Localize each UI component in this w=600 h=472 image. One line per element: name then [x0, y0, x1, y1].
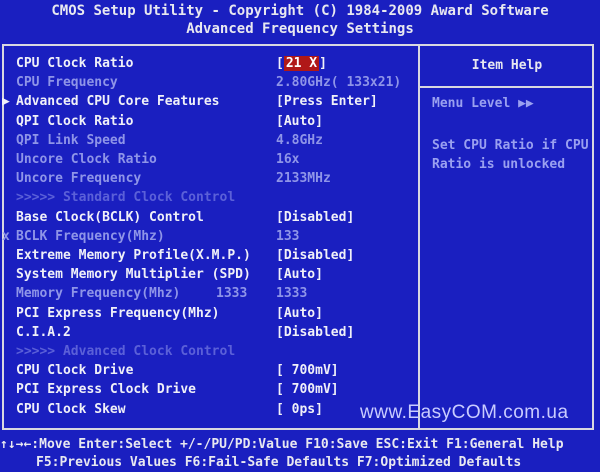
setting-row[interactable]: CPU Clock Skew [ 0ps] [0, 400, 418, 419]
setting-row[interactable]: CPU Clock Ratio [21 X] [0, 54, 418, 73]
setting-value[interactable]: [Disabled] [276, 246, 354, 265]
selected-value-highlight[interactable]: 21 X [283, 56, 320, 71]
setting-label: QPI Link Speed [16, 132, 126, 148]
key-help-bar: ↑↓→←:Move Enter:Select +/-/PU/PD:Value F… [0, 434, 600, 472]
setting-label: CPU Clock Drive [16, 363, 134, 379]
setting-row[interactable]: PCI Express Frequency(Mhz) [Auto] [0, 304, 418, 323]
setting-value[interactable]: [Disabled] [276, 208, 354, 227]
setting-label: >>>>> Standard Clock Control [16, 190, 236, 206]
setting-row: x BCLK Frequency(Mhz) 133 [0, 227, 418, 246]
setting-label: CPU Clock Skew [16, 401, 126, 417]
setting-value: 4.8GHz [276, 132, 323, 148]
item-help-text: Set CPU Ratio if CPU Ratio is unlocked [432, 138, 589, 172]
setting-value: 16x [276, 152, 300, 167]
watermark: www.EasyCOM.com.ua [360, 402, 569, 423]
setting-label: C.I.A.2 [16, 324, 71, 340]
setting-value: 2.80GHz( 133x21) [276, 75, 402, 91]
setting-label: BCLK Frequency(Mhz) [16, 228, 165, 244]
help-separator [420, 86, 594, 88]
setting-value[interactable]: [Auto] [276, 304, 323, 323]
key-help-line-2: F5:Previous Values F6:Fail-Safe Defaults… [36, 455, 522, 470]
setting-value: 2133MHz [276, 171, 331, 187]
submenu-arrow-icon: ▶ [2, 94, 10, 110]
setting-value: 133 [276, 228, 300, 244]
bios-title: CMOS Setup Utility - Copyright (C) 1984-… [51, 3, 549, 19]
setting-row[interactable]: System Memory Multiplier (SPD) [Auto] [0, 265, 418, 284]
setting-value[interactable]: [ 0ps] [276, 400, 323, 419]
setting-row: QPI Link Speed 4.8GHz [0, 131, 418, 150]
bios-header: CMOS Setup Utility - Copyright (C) 1984-… [0, 0, 600, 42]
menu-level: Menu Level ▶▶ [432, 96, 534, 111]
setting-label: System Memory Multiplier (SPD) [16, 267, 251, 283]
setting-label: Extreme Memory Profile(X.M.P.) [16, 248, 251, 263]
page-title: Advanced Frequency Settings [186, 21, 414, 37]
setting-row[interactable]: C.I.A.2 [Disabled] [0, 323, 418, 342]
setting-label: QPI Clock Ratio [16, 113, 134, 129]
setting-row[interactable]: QPI Clock Ratio [Auto] [0, 112, 418, 131]
setting-value[interactable]: [Press Enter] [276, 92, 378, 111]
setting-row: >>>>> Standard Clock Control [0, 188, 418, 207]
setting-value[interactable]: [ 700mV] [276, 380, 339, 399]
setting-label: CPU Clock Ratio [16, 56, 134, 71]
setting-row[interactable]: ▶ Advanced CPU Core Features [Press Enter] [0, 92, 418, 111]
setting-row[interactable]: Extreme Memory Profile(X.M.P.) [Disabled] [0, 246, 418, 265]
setting-spd-value: 1333 [216, 286, 248, 302]
setting-label: >>>>> Advanced Clock Control [16, 344, 236, 359]
setting-row: CPU Frequency 2.80GHz( 133x21) [0, 73, 418, 92]
setting-value[interactable]: [Auto] [276, 112, 323, 131]
setting-label: Uncore Frequency [16, 171, 142, 187]
panel-divider [418, 44, 420, 430]
setting-value[interactable]: [Disabled] [276, 323, 354, 342]
setting-row: Uncore Clock Ratio 16x [0, 150, 418, 169]
setting-label: Memory Frequency(Mhz) [16, 286, 181, 302]
setting-row[interactable]: PCI Express Clock Drive [ 700mV] [0, 380, 418, 399]
setting-label: Uncore Clock Ratio [16, 152, 157, 167]
setting-value[interactable]: [21 X] [276, 54, 327, 73]
setting-label: Base Clock(BCLK) Control [16, 209, 204, 225]
setting-row[interactable]: Base Clock(BCLK) Control [Disabled] [0, 208, 418, 227]
setting-label: CPU Frequency [16, 75, 118, 91]
setting-row[interactable]: CPU Clock Drive [ 700mV] [0, 361, 418, 380]
setting-row: >>>>> Advanced Clock Control [0, 342, 418, 361]
setting-value[interactable]: [ 700mV] [276, 361, 339, 380]
setting-label: PCI Express Clock Drive [16, 382, 197, 398]
setting-value[interactable]: [Auto] [276, 265, 323, 284]
setting-value: 1333 [276, 286, 308, 302]
key-help-line-1: ↑↓→←:Move Enter:Select +/-/PU/PD:Value F… [0, 437, 564, 452]
setting-label: PCI Express Frequency(Mhz) [16, 305, 220, 321]
setting-label: Advanced CPU Core Features [16, 94, 220, 110]
item-help-title: Item Help [471, 58, 543, 73]
setting-row: Uncore Frequency 2133MHz [0, 169, 418, 188]
setting-row: Memory Frequency(Mhz) 1333 1333 [0, 284, 418, 303]
disabled-marker: x [2, 228, 10, 244]
